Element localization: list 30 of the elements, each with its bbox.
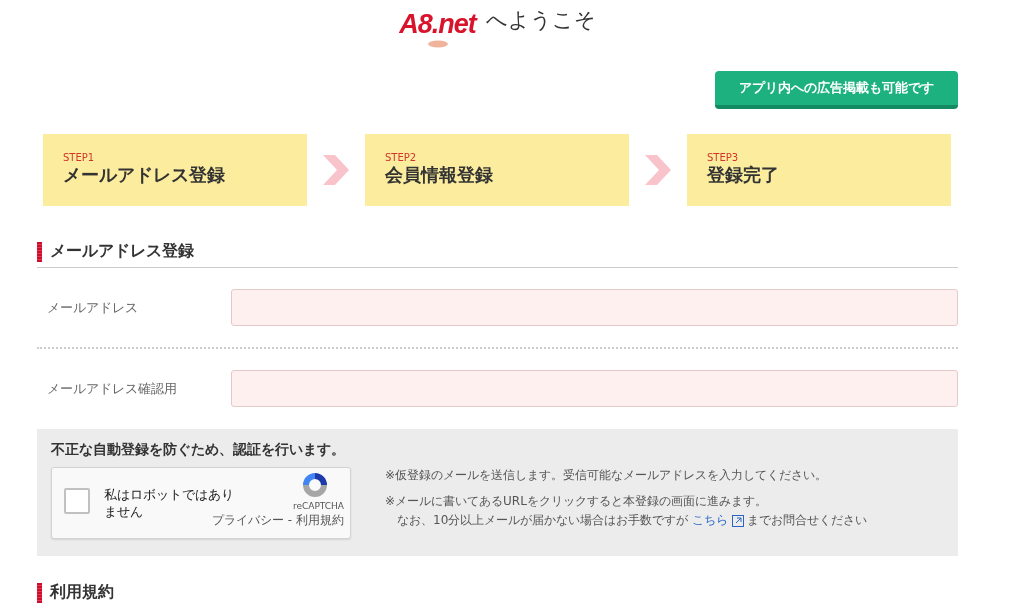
privacy-terms-link[interactable]: プライバシー - 利用規約	[212, 513, 344, 527]
chevron-icon	[321, 153, 351, 187]
recaptcha-icon	[300, 470, 330, 500]
robot-checkbox[interactable]	[64, 488, 90, 514]
heading-marker	[37, 582, 42, 603]
input-field[interactable]	[231, 289, 958, 326]
step-number: STEP2	[385, 152, 418, 163]
step-number: STEP1	[63, 152, 96, 163]
recaptcha-brand: reCAPTCHA	[292, 501, 344, 511]
chevron-icon	[643, 153, 673, 187]
heading-marker	[37, 241, 42, 262]
section-heading: メールアドレス登録	[50, 241, 194, 262]
contact-note-text: なお、10分以上メールが届かない場合はお手数ですが	[397, 512, 689, 529]
step-title: メールアドレス登録	[63, 163, 226, 187]
input-field[interactable]	[231, 370, 958, 407]
external-link-icon	[732, 514, 745, 527]
app-ad-button[interactable]: アプリ内への広告掲載も可能です	[715, 71, 958, 109]
step-number: STEP3	[707, 152, 740, 163]
contact-note-text: までお問合せください	[747, 512, 868, 529]
welcome-text: へようこそ	[485, 7, 596, 34]
captcha-heading: 不正な自動登録を防ぐため、認証を行います。	[51, 441, 346, 459]
note-text: ※メールに書いてあるURLをクリックすると本登録の画面に進みます。	[385, 493, 768, 510]
section-heading: 利用規約	[50, 582, 114, 603]
field-label: メールアドレス確認用	[46, 379, 178, 398]
step-title: 会員情報登録	[385, 163, 494, 187]
field-label: メールアドレス	[46, 298, 139, 317]
note-text: ※仮登録のメールを送信します。受信可能なメールアドレスを入力してください。	[385, 467, 829, 484]
contact-link[interactable]: こちら	[692, 512, 729, 529]
a8net-logo: A8.net	[399, 9, 480, 48]
step-title: 登録完了	[707, 163, 780, 187]
